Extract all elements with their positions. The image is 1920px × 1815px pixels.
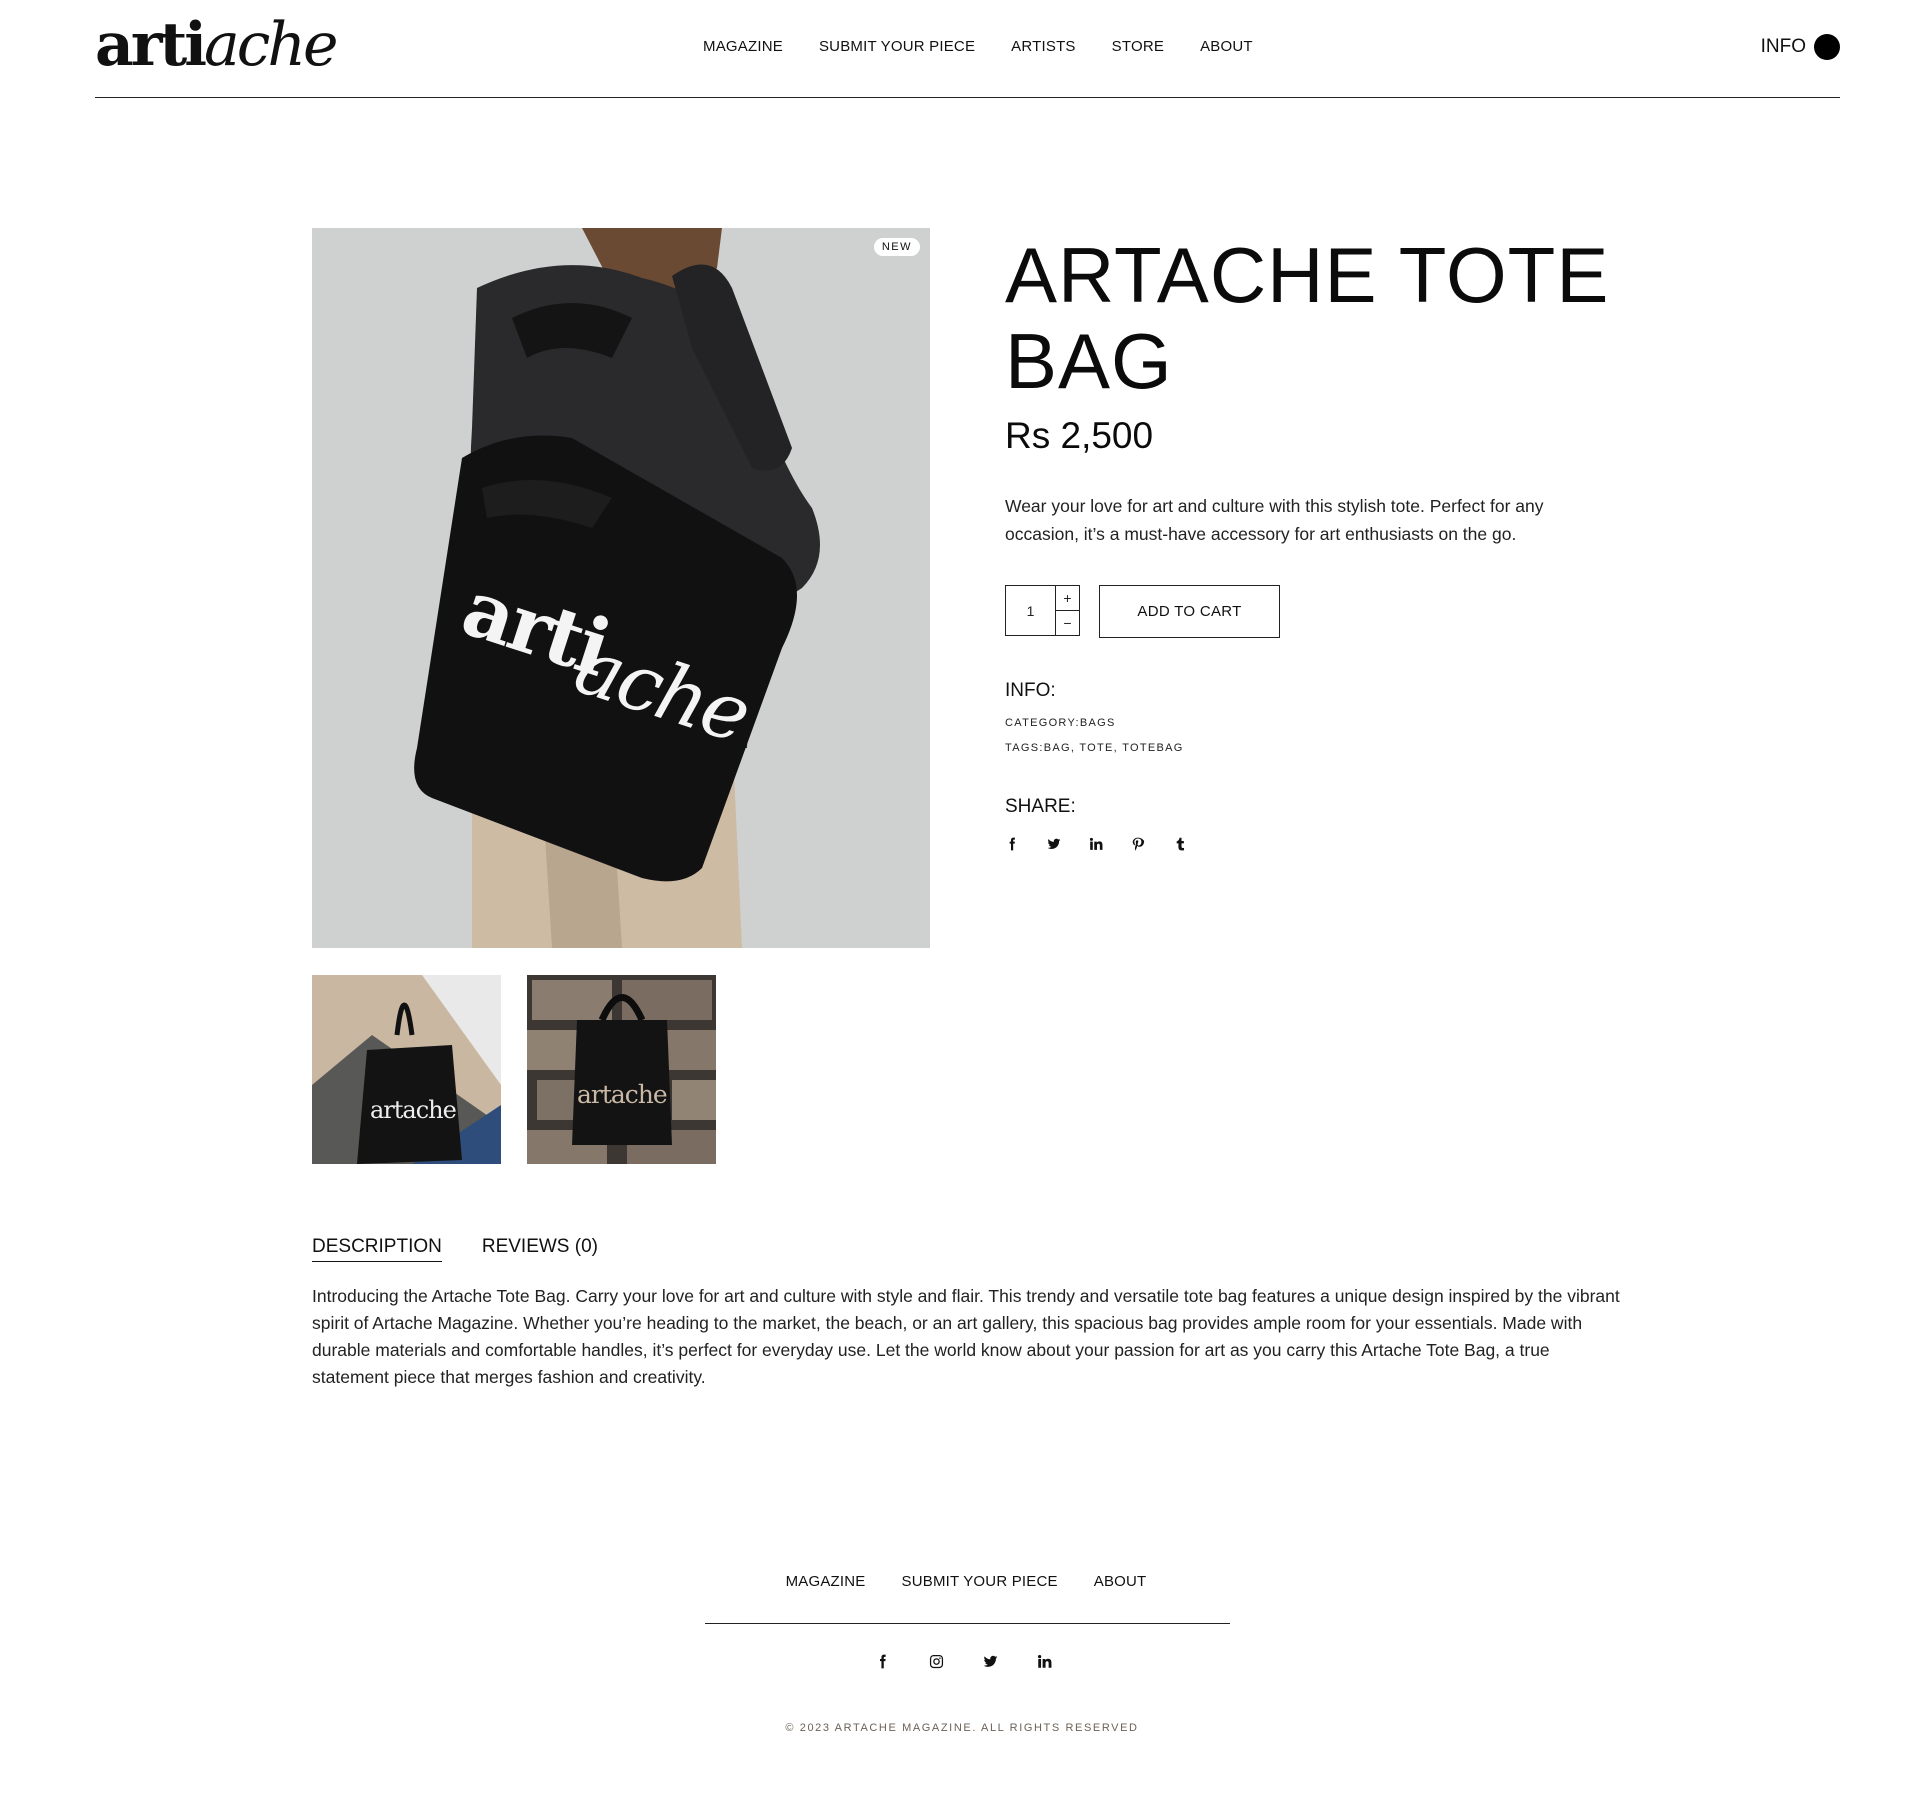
product-tags: TAGS:BAG, TOTE, TOTEBAG	[1005, 742, 1184, 754]
svg-text:artache: artache	[370, 1096, 457, 1124]
product-info-heading: INFO:	[1005, 680, 1056, 701]
nav-link-artists[interactable]: ARTISTS	[1011, 38, 1075, 55]
footer-social-icons	[0, 1652, 1920, 1670]
footer-link-submit-your-piece[interactable]: SUBMIT YOUR PIECE	[902, 1573, 1058, 1590]
footer-divider	[705, 1623, 1230, 1624]
category-link[interactable]: BAGS	[1080, 717, 1116, 729]
category-label: CATEGORY:	[1005, 717, 1080, 729]
thumbnail-photo-2: artache	[527, 975, 716, 1164]
facebook-icon[interactable]	[1005, 833, 1047, 855]
info-dot-icon	[1814, 34, 1840, 60]
quantity-step-buttons: + −	[1055, 586, 1079, 635]
share-icons	[1005, 833, 1215, 855]
share-heading: SHARE:	[1005, 796, 1076, 817]
pinterest-icon[interactable]	[1131, 833, 1173, 855]
product-category: CATEGORY:BAGS	[1005, 717, 1116, 729]
info-toggle-label: INFO	[1760, 36, 1806, 57]
twitter-icon[interactable]	[981, 1652, 999, 1670]
product-photo: arti ache	[312, 228, 930, 948]
logo-bold-part: arti	[95, 10, 207, 80]
logo-wordmark: artiache	[95, 10, 339, 80]
product-short-description: Wear your love for art and culture with …	[1005, 496, 1544, 544]
quantity-decrease-button[interactable]: −	[1056, 611, 1079, 635]
tags-label: TAGS:	[1005, 742, 1044, 754]
new-badge: NEW	[873, 238, 920, 256]
site-header: artiache MAGAZINE SUBMIT YOUR PIECE ARTI…	[95, 0, 1840, 98]
footer-link-magazine[interactable]: MAGAZINE	[786, 1573, 866, 1590]
copyright-text: © 2023 ARTACHE MAGAZINE. ALL RIGHTS RESE…	[785, 1722, 1139, 1734]
info-toggle[interactable]: INFO	[1761, 34, 1840, 60]
logo-light-part: ache	[204, 10, 339, 80]
instagram-icon[interactable]	[927, 1652, 945, 1670]
facebook-icon[interactable]	[873, 1652, 891, 1670]
tab-reviews[interactable]: REVIEWS (0)	[482, 1236, 598, 1262]
nav-link-submit-your-piece[interactable]: SUBMIT YOUR PIECE	[819, 38, 975, 55]
thumbnail-photo-1: artache	[312, 975, 501, 1164]
product-thumbnail-2[interactable]: artache	[527, 975, 716, 1164]
product-title: ARTACHE TOTE BAG	[1005, 231, 1610, 405]
site-logo[interactable]: artiache	[95, 12, 339, 78]
footer-link-about[interactable]: ABOUT	[1094, 1573, 1147, 1590]
product-long-description: Introducing the Artache Tote Bag. Carry …	[312, 1286, 1620, 1387]
quantity-stepper: + −	[1005, 585, 1080, 636]
nav-link-about[interactable]: ABOUT	[1200, 38, 1253, 55]
tumblr-icon[interactable]	[1173, 833, 1215, 855]
nav-link-store[interactable]: STORE	[1112, 38, 1164, 55]
quantity-input[interactable]	[1006, 586, 1055, 635]
tags-links[interactable]: BAG, TOTE, TOTEBAG	[1044, 742, 1184, 754]
nav-link-magazine[interactable]: MAGAZINE	[703, 38, 783, 55]
product-thumbnail-1[interactable]: artache	[312, 975, 501, 1164]
product-main-image[interactable]: arti ache NEW	[312, 228, 930, 948]
footer-nav: MAGAZINE SUBMIT YOUR PIECE ABOUT	[0, 1573, 1920, 1590]
product-tabs: DESCRIPTION REVIEWS (0)	[312, 1236, 598, 1262]
linkedin-icon[interactable]	[1035, 1652, 1053, 1670]
main-nav: MAGAZINE SUBMIT YOUR PIECE ARTISTS STORE…	[703, 38, 1253, 55]
svg-text:artache: artache	[577, 1080, 667, 1109]
tab-description[interactable]: DESCRIPTION	[312, 1236, 442, 1262]
quantity-increase-button[interactable]: +	[1056, 586, 1079, 611]
linkedin-icon[interactable]	[1089, 833, 1131, 855]
product-price: Rs 2,500	[1005, 415, 1154, 456]
add-to-cart-button[interactable]: ADD TO CART	[1099, 585, 1280, 638]
twitter-icon[interactable]	[1047, 833, 1089, 855]
